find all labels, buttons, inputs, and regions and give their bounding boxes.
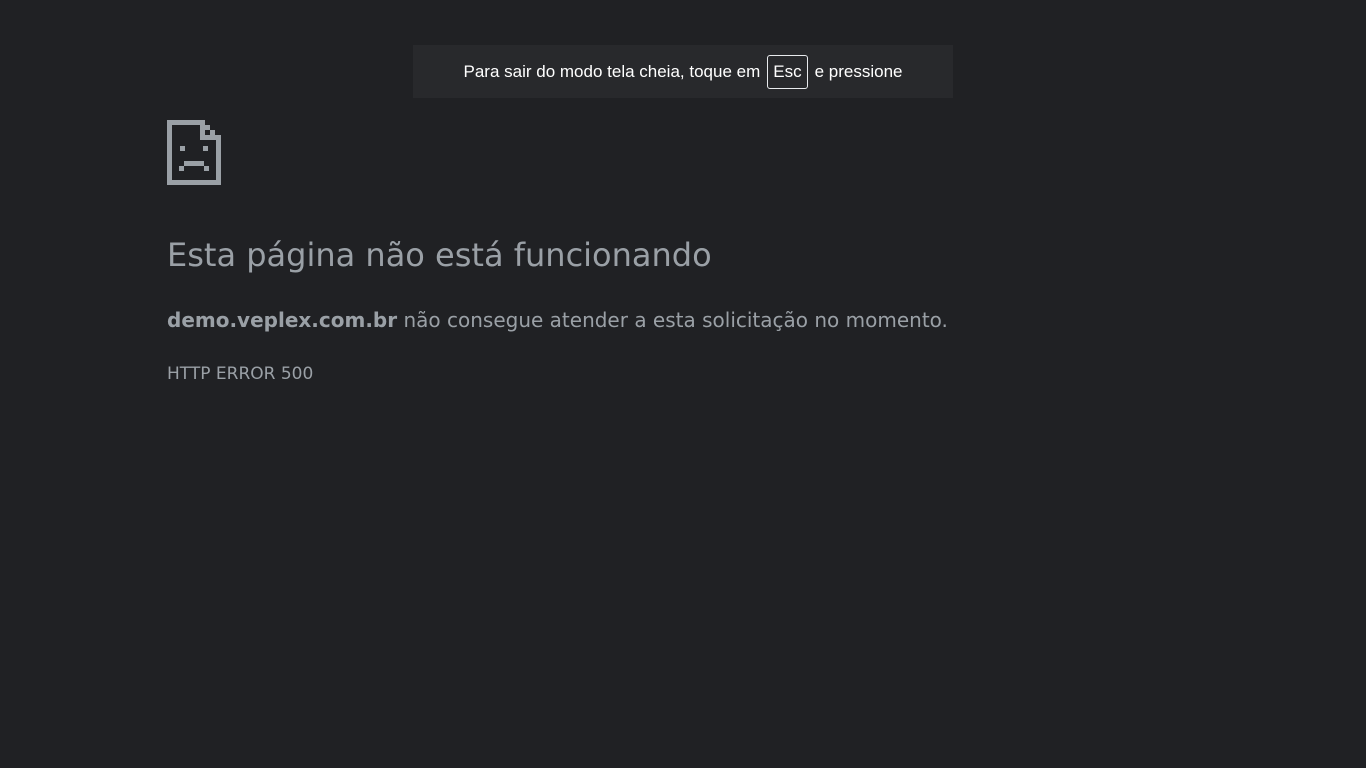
error-title: Esta página não está funcionando: [167, 236, 712, 274]
error-page: Para sair do modo tela cheia, toque em E…: [0, 0, 1366, 768]
sad-page-icon: [167, 120, 221, 185]
fullscreen-notice-text-after: e pressione: [814, 61, 903, 81]
error-message: não consegue atender a esta solicitação …: [403, 308, 948, 332]
fullscreen-exit-notice: Para sair do modo tela cheia, toque em E…: [413, 45, 953, 98]
fullscreen-notice-text-before: Para sair do modo tela cheia, toque em: [463, 61, 761, 81]
error-host: demo.veplex.com.br: [167, 308, 398, 332]
error-description: demo.veplex.com.br não consegue atender …: [167, 308, 948, 332]
esc-key-badge: Esc: [767, 54, 808, 89]
error-code: HTTP ERROR 500: [167, 364, 314, 384]
